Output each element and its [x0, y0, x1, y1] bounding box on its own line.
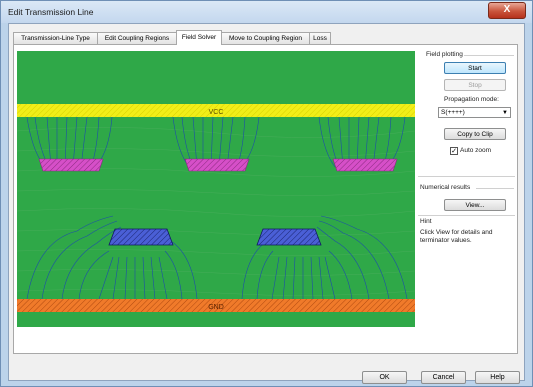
field-plot-view[interactable]: VCC GND — [17, 51, 415, 327]
window-title: Edit Transmission Line — [8, 7, 94, 17]
cancel-button[interactable]: Cancel — [421, 371, 466, 384]
tab-loss[interactable]: Loss — [309, 32, 331, 44]
tab-transmission-line-type[interactable]: Transmission-Line Type — [13, 32, 98, 44]
help-button[interactable]: Help — [475, 371, 520, 384]
propagation-mode-select[interactable]: S(++++) ▼ — [438, 107, 511, 118]
stop-button[interactable]: Stop — [444, 79, 506, 91]
field-solver-panel: VCC GND Field plotting Start Stop Propag… — [13, 44, 518, 354]
auto-zoom-checkbox[interactable]: ✓ — [450, 147, 458, 155]
signal-trace-right — [256, 228, 322, 246]
tab-field-solver[interactable]: Field Solver — [176, 30, 222, 45]
equipotential-lines — [17, 106, 415, 296]
dialog-client: Transmission-Line Type Edit Coupling Reg… — [8, 23, 525, 384]
gnd-label: GND — [208, 304, 224, 311]
field-plot-canvas: VCC GND — [17, 104, 415, 312]
auto-zoom-label: Auto zoom — [460, 147, 492, 154]
view-button[interactable]: View... — [444, 199, 506, 211]
top-trace-left — [38, 158, 104, 172]
top-trace-middle — [184, 158, 250, 172]
hint-text: Click View for details and terminator va… — [420, 229, 515, 245]
hint-label: Hint — [420, 218, 432, 225]
title-bar: Edit Transmission Line X — [1, 1, 532, 23]
tab-edit-coupling-regions[interactable]: Edit Coupling Regions — [97, 32, 177, 44]
field-plotting-divider — [464, 55, 514, 56]
propagation-mode-label: Propagation mode: — [444, 96, 499, 103]
copy-to-clip-button[interactable]: Copy to Clip — [444, 128, 506, 140]
hint-text-line-2: terminator values. — [420, 237, 472, 244]
numerical-results-divider-top — [418, 176, 515, 177]
propagation-mode-value: S(++++) — [441, 109, 465, 116]
numerical-results-label: Numerical results — [420, 184, 471, 191]
hint-text-line-1: Click View for details and — [420, 229, 493, 236]
tab-move-to-coupling-region[interactable]: Move to Coupling Region — [221, 32, 310, 44]
ok-button[interactable]: OK — [362, 371, 407, 384]
field-lines-bottom — [26, 215, 408, 300]
edit-transmission-line-window: Edit Transmission Line X Transmission-Li… — [0, 0, 533, 387]
signal-trace-left — [108, 228, 174, 246]
vcc-label: VCC — [209, 109, 224, 116]
numerical-results-divider — [476, 188, 514, 189]
start-button[interactable]: Start — [444, 62, 506, 74]
close-button[interactable]: X — [488, 2, 526, 19]
chevron-down-icon: ▼ — [502, 110, 508, 116]
hint-divider — [418, 215, 515, 216]
field-plotting-label: Field plotting — [426, 51, 463, 58]
top-trace-right — [332, 158, 398, 172]
